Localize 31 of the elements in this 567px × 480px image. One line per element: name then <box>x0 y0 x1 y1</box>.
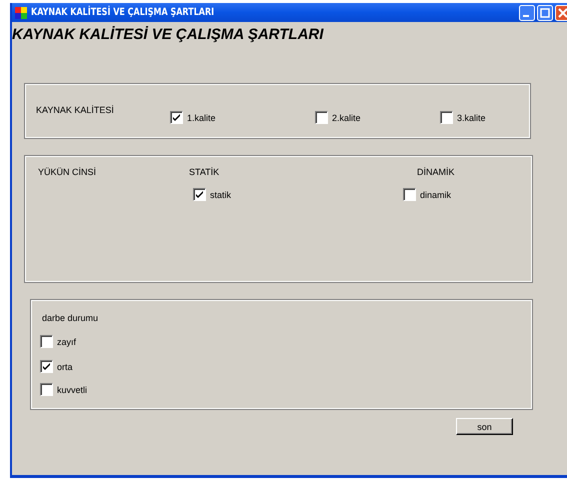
close-icon[interactable] <box>555 4 567 20</box>
checkbox-label: orta <box>57 362 73 372</box>
minimize-icon[interactable] <box>519 4 535 20</box>
check-icon <box>196 191 203 198</box>
checkbox[interactable] <box>315 111 328 124</box>
checkbox[interactable] <box>170 111 183 124</box>
checkbox-label: dinamik <box>420 190 452 200</box>
group-label: KAYNAK KALİTESİ <box>36 105 115 115</box>
checkbox-label: statik <box>210 190 232 200</box>
checkbox[interactable] <box>440 111 453 124</box>
checkbox[interactable] <box>403 188 416 201</box>
column-heading: STATİK <box>189 167 220 177</box>
group-label: YÜKÜN CİNSİ <box>38 167 98 179</box>
checkbox-label: 2.kalite <box>332 112 361 122</box>
checkbox[interactable] <box>40 383 53 396</box>
son-button[interactable]: son <box>456 418 513 435</box>
checkbox-label: kuvvetli <box>57 384 88 394</box>
group-label: darbe durumu <box>42 313 100 323</box>
window-title: KAYNAK KALİTESİ VE ÇALIŞMA ŞARTLARI <box>31 7 216 18</box>
checkbox[interactable] <box>40 335 53 348</box>
checkbox-label: 1.kalite <box>187 112 216 122</box>
checkbox-label: zayıf <box>57 336 76 346</box>
checkbox[interactable] <box>40 360 53 373</box>
app-icon <box>14 6 28 20</box>
form-heading: KAYNAK KALİTESİ VE ÇALIŞMA ŞARTLARI <box>12 26 324 43</box>
column-heading: DİNAMİK <box>417 167 455 177</box>
check-icon <box>43 363 50 370</box>
maximize-icon[interactable] <box>537 4 553 20</box>
checkbox[interactable] <box>193 188 206 201</box>
checkbox-label: 3.kalite <box>457 112 486 122</box>
check-icon <box>173 114 180 121</box>
